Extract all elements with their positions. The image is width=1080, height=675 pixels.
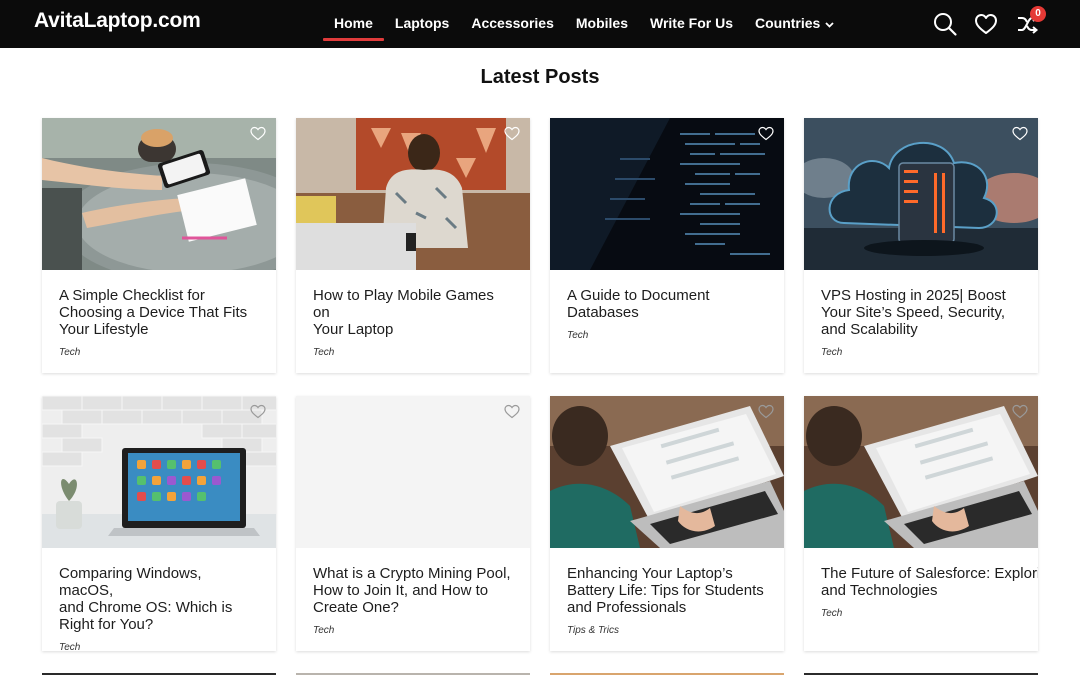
post-title[interactable]: VPS Hosting in 2025| Boost Your Site’s S…: [804, 270, 1038, 338]
nav-item-countries-label: Countries: [754, 15, 821, 31]
post-category[interactable]: Tips & Trics: [550, 616, 784, 636]
favorite-icon[interactable]: [504, 126, 520, 141]
site-header: AvitaLaptop.com Home Laptops Accessories…: [0, 0, 1080, 48]
post-title[interactable]: A Guide to Document Databases: [550, 270, 784, 321]
post-card[interactable]: Comparing Windows, macOS, and Chrome OS:…: [42, 396, 276, 651]
site-logo[interactable]: AvitaLaptop.com: [34, 9, 201, 33]
post-category[interactable]: Tech: [42, 338, 276, 358]
nav-item-write-for-us[interactable]: Write For Us: [639, 0, 744, 48]
post-title[interactable]: Enhancing Your Laptop’s Battery Life: Ti…: [550, 548, 784, 616]
post-title[interactable]: Comparing Windows, macOS, and Chrome OS:…: [42, 548, 276, 633]
post-thumbnail[interactable]: [804, 118, 1038, 270]
post-category[interactable]: Tech: [296, 338, 530, 358]
nav-item-laptops[interactable]: Laptops: [384, 0, 460, 48]
post-card[interactable]: VPS Hosting in 2025| Boost Your Site’s S…: [804, 118, 1038, 373]
post-card[interactable]: Enhancing Your Laptop’s Battery Life: Ti…: [550, 396, 784, 651]
favorite-icon[interactable]: [504, 404, 520, 419]
post-thumbnail[interactable]: [296, 118, 530, 270]
post-category[interactable]: Tech: [42, 633, 276, 651]
favorite-icon[interactable]: [758, 404, 774, 419]
heart-icon[interactable]: [973, 11, 999, 37]
post-thumbnail[interactable]: [804, 396, 1038, 548]
post-thumbnail[interactable]: [42, 118, 276, 270]
section-title: Latest Posts: [480, 66, 600, 88]
favorite-icon[interactable]: [1012, 126, 1028, 141]
post-thumbnail[interactable]: [296, 396, 530, 548]
post-card[interactable]: How to Play Mobile Games on Your Laptop …: [296, 118, 530, 373]
chevron-down-icon: [825, 0, 834, 46]
post-title[interactable]: What is a Crypto Mining Pool, How to Joi…: [296, 548, 530, 616]
post-card[interactable]: The Future of Salesforce: Explorin and T…: [804, 396, 1038, 651]
favorite-icon[interactable]: [1012, 404, 1028, 419]
post-thumbnail[interactable]: [550, 396, 784, 548]
post-thumbnail[interactable]: [550, 118, 784, 270]
post-card[interactable]: A Simple Checklist for Choosing a Device…: [42, 118, 276, 373]
main-nav: Home Laptops Accessories Mobiles Write F…: [323, 0, 845, 48]
favorite-icon[interactable]: [250, 126, 266, 141]
compare-count-badge: 0: [1030, 6, 1046, 22]
post-title[interactable]: How to Play Mobile Games on Your Laptop: [296, 270, 530, 338]
search-icon[interactable]: [932, 11, 958, 37]
favorite-icon[interactable]: [758, 126, 774, 141]
post-title[interactable]: The Future of Salesforce: Explorin and T…: [804, 548, 1038, 599]
nav-item-home[interactable]: Home: [323, 0, 384, 48]
favorite-icon[interactable]: [250, 404, 266, 419]
post-category[interactable]: Tech: [804, 599, 1038, 619]
post-category[interactable]: Tech: [804, 338, 1038, 358]
post-thumbnail[interactable]: [42, 396, 276, 548]
post-card[interactable]: What is a Crypto Mining Pool, How to Joi…: [296, 396, 530, 651]
post-category[interactable]: Tech: [550, 321, 784, 341]
post-title[interactable]: A Simple Checklist for Choosing a Device…: [42, 270, 276, 338]
nav-item-mobiles[interactable]: Mobiles: [565, 0, 639, 48]
post-card[interactable]: A Guide to Document Databases Tech: [550, 118, 784, 373]
nav-item-countries[interactable]: Countries: [744, 0, 845, 48]
nav-item-accessories[interactable]: Accessories: [460, 0, 565, 48]
post-category[interactable]: Tech: [296, 616, 530, 636]
